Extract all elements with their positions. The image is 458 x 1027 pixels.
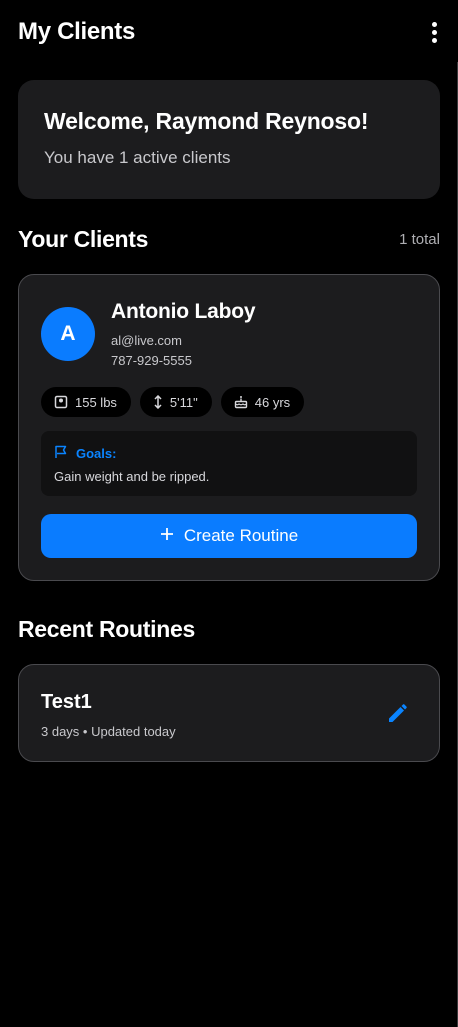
routines-section-header: Recent Routines [18,616,440,643]
welcome-card: Welcome, Raymond Reynoso! You have 1 act… [18,80,440,199]
height-value: 5'11" [169,394,198,410]
routine-meta: 3 days • Updated today [41,724,176,739]
age-chip: 46 yrs [220,387,305,417]
edit-icon[interactable] [385,702,409,726]
create-routine-button[interactable]: Create Routine [41,514,417,558]
routine-title: Test1 [41,691,92,713]
goals-text: Gain weight and be ripped. [54,469,210,484]
routine-card[interactable]: Test1 3 days • Updated today [18,664,440,762]
client-card[interactable]: A Antonio Laboy al@live.com 787-929-5555… [18,274,440,581]
goals-label: Goals: [76,446,117,461]
scale-icon [54,395,68,409]
clients-section-header: Your Clients 1 total [18,226,440,253]
clients-section-title: Your Clients [18,226,149,252]
height-icon [153,395,163,409]
weight-value: 155 lbs [75,394,117,410]
goals-header: Goals: [54,445,404,462]
welcome-subtitle: You have 1 active clients [44,148,231,167]
goals-box: Goals: Gain weight and be ripped. [41,431,417,496]
top-bar: My Clients [18,16,444,48]
page-title: My Clients [18,18,136,45]
client-stats: 155 lbs 5'11" 46 yrs [41,387,305,417]
routines-section-title: Recent Routines [18,616,195,642]
client-name: Antonio Laboy [111,300,256,323]
plus-icon [160,526,174,546]
flag-icon [54,445,68,462]
age-value: 46 yrs [254,394,291,410]
app-screen: My Clients Welcome, Raymond Reynoso! You… [0,0,458,1027]
create-routine-label: Create Routine [183,526,299,545]
weight-chip: 155 lbs [41,387,131,417]
client-email: al@live.com [111,333,182,348]
height-chip: 5'11" [139,387,212,417]
welcome-greeting: Welcome, Raymond Reynoso! [44,108,369,134]
client-phone: 787-929-5555 [111,353,192,368]
cake-icon [234,395,248,409]
avatar: A [41,307,95,361]
clients-count: 1 total [399,231,440,248]
more-vert-icon[interactable] [424,18,444,46]
